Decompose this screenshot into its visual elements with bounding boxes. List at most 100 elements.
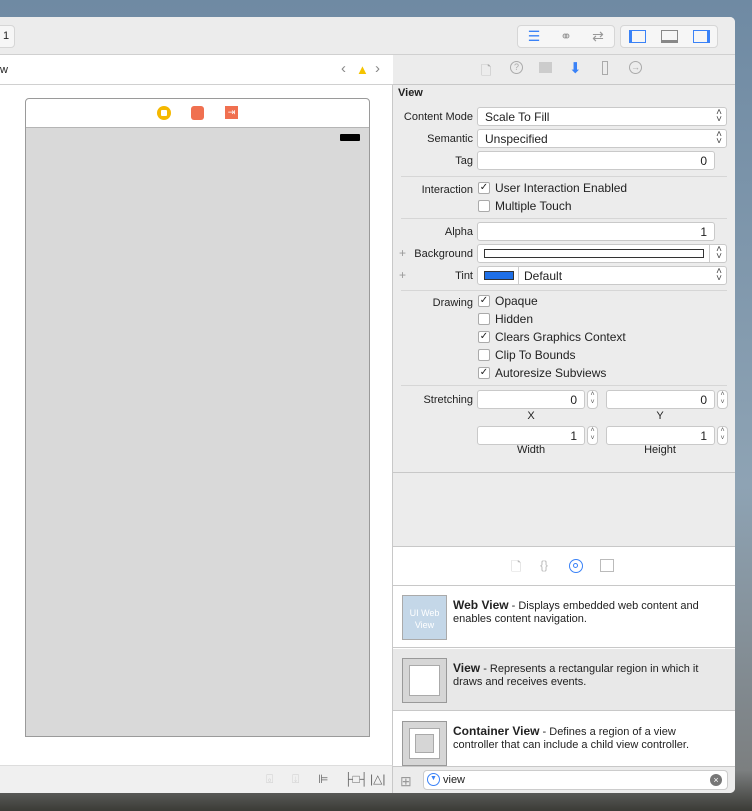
warning-icon[interactable]: ▲	[356, 62, 369, 77]
checkbox-label: Autoresize Subviews	[495, 366, 607, 380]
stretching-label: Stretching	[423, 394, 473, 406]
tint-swatch	[484, 271, 514, 280]
checkbox-label: Hidden	[495, 312, 534, 326]
assistant-editor-icon[interactable]: ⚭	[550, 26, 582, 47]
clear-icon[interactable]: ×	[710, 774, 722, 786]
filter-value: view	[443, 774, 466, 786]
chevron-right-icon[interactable]: ›	[375, 60, 380, 77]
clip-to-bounds-checkbox[interactable]: Clip To Bounds	[478, 347, 576, 363]
y-label: Y	[656, 410, 664, 422]
scheme-selector[interactable]: 1	[0, 25, 15, 48]
tag-field[interactable]: 0	[477, 151, 715, 170]
battery-icon	[340, 134, 360, 141]
checkbox-box	[478, 200, 490, 212]
checkbox-box	[478, 349, 490, 361]
object-library-icon[interactable]	[569, 559, 583, 573]
utilities-toggle-icon[interactable]	[685, 26, 717, 47]
checkmark-icon: ✓	[478, 331, 490, 343]
stretch-y-field[interactable]: 0	[606, 390, 715, 409]
identity-inspector-icon[interactable]	[539, 62, 552, 73]
filter-input[interactable]: ▼ view ×	[423, 770, 728, 790]
file-templates-icon[interactable]: 🗋	[511, 558, 521, 580]
view-controller-scene[interactable]: ⇥	[25, 98, 370, 737]
resolve-issues-icon[interactable]: |△|	[370, 772, 385, 786]
add-variation-icon[interactable]: +	[399, 268, 406, 282]
autoresize-checkbox[interactable]: ✓ Autoresize Subviews	[478, 365, 606, 381]
quick-help-icon[interactable]: ?	[510, 61, 523, 74]
stretch-height-stepper[interactable]: ˄ ˅	[717, 426, 728, 445]
stretch-width-stepper[interactable]: ˄ ˅	[587, 426, 598, 445]
canvas-bottom-bar: ⌻ ⍗ ⊫ ├□┤ |△|	[0, 765, 393, 793]
chevron-updown-icon: ˄ ˅	[716, 244, 722, 262]
stretch-width-field[interactable]: 1	[477, 426, 585, 445]
debug-area-toggle-icon[interactable]	[653, 26, 685, 47]
color-swatch	[484, 249, 704, 258]
drawing-label: Drawing	[432, 297, 473, 309]
attributes-inspector-icon[interactable]: ⬇	[569, 59, 582, 77]
filter-icon: ▼	[427, 773, 440, 786]
user-interaction-checkbox[interactable]: ✓ User Interaction Enabled	[478, 180, 627, 196]
opaque-checkbox[interactable]: ✓ Opaque	[478, 293, 538, 309]
storyboard-canvas[interactable]: ⇥	[0, 85, 393, 765]
tint-label: Tint	[455, 270, 473, 282]
height-label: Height	[644, 444, 676, 456]
view-toggle-group	[620, 25, 718, 48]
connections-inspector-icon[interactable]: →	[629, 61, 642, 74]
grid-view-icon[interactable]: ⊞	[400, 773, 412, 790]
background-color-select[interactable]: ˄ ˅	[477, 244, 727, 263]
root-view[interactable]	[26, 127, 369, 736]
library-filter-bar: ⊞ ▼ view ×	[393, 766, 735, 793]
exit-icon[interactable]: ⇥	[225, 106, 238, 119]
file-inspector-icon[interactable]: 🗋	[481, 62, 491, 84]
align-icon[interactable]: ⊫	[318, 772, 328, 786]
alpha-label: Alpha	[444, 226, 473, 238]
library-item-container-view[interactable]: Container View - Defines a region of a v…	[393, 712, 735, 774]
library-item-view[interactable]: View - Represents a rectangular region i…	[393, 649, 735, 711]
item-title: Web View	[453, 598, 509, 612]
size-inspector-icon[interactable]	[602, 61, 608, 75]
media-library-icon[interactable]	[600, 559, 614, 572]
view-controller-icon[interactable]	[157, 106, 171, 120]
embed-in-stack-icon[interactable]: ⌻	[266, 772, 273, 787]
stretch-x-stepper[interactable]: ˄ ˅	[587, 390, 598, 409]
editor-mode-group: ☰ ⚭ ⇄	[517, 25, 615, 48]
add-variation-icon[interactable]: +	[399, 246, 406, 260]
x-label: X	[527, 410, 535, 422]
stretch-x-field[interactable]: 0	[477, 390, 585, 409]
view-thumbnail	[402, 658, 447, 703]
pin-icon[interactable]: ├□┤	[344, 772, 368, 786]
stretch-y-stepper[interactable]: ˄ ˅	[717, 390, 728, 409]
version-editor-icon[interactable]: ⇄	[582, 26, 614, 47]
hidden-checkbox[interactable]: Hidden	[478, 311, 533, 327]
update-frames-icon[interactable]: ⍗	[292, 772, 299, 787]
library-item-web-view[interactable]: UI Web View Web View - Displays embedded…	[393, 586, 735, 648]
checkbox-label: User Interaction Enabled	[495, 181, 628, 195]
semantic-select[interactable]: Unspecified ˄ ˅	[477, 129, 727, 148]
checkbox-label: Clears Graphics Context	[495, 330, 626, 344]
semantic-label: Semantic	[427, 133, 473, 145]
interaction-label: Interaction	[421, 184, 473, 196]
checkmark-icon: ✓	[478, 182, 490, 194]
stretch-height-field[interactable]: 1	[606, 426, 715, 445]
chevron-updown-icon: ˄ ˅	[716, 129, 722, 147]
breadcrumb[interactable]: w	[0, 64, 8, 76]
checkbox-label: Multiple Touch	[495, 199, 572, 213]
first-responder-icon[interactable]	[191, 106, 204, 120]
content-mode-label: Content Mode	[403, 111, 473, 123]
library-tabs: 🗋 {}	[393, 546, 735, 586]
content-mode-select[interactable]: Scale To Fill ˄ ˅	[477, 107, 727, 126]
toolbar: 1 ☰ ⚭ ⇄	[0, 17, 735, 55]
clears-graphics-checkbox[interactable]: ✓ Clears Graphics Context	[478, 329, 626, 345]
checkbox-label: Clip To Bounds	[495, 348, 576, 362]
code-snippets-icon[interactable]: {}	[540, 558, 548, 572]
navigator-toggle-icon[interactable]	[621, 26, 653, 47]
multiple-touch-checkbox[interactable]: Multiple Touch	[478, 198, 572, 214]
checkmark-icon: ✓	[478, 367, 490, 379]
checkbox-label: Opaque	[495, 294, 538, 308]
alpha-field[interactable]: 1	[477, 222, 715, 241]
tint-color-select[interactable]: Default ˄ ˅	[477, 266, 727, 285]
xcode-window: 1 ☰ ⚭ ⇄ w ‹ ▲ › ⇥ ⌻ ⍗ ⊫ ├□┤ |△| 🗋 ? ⬇ → …	[0, 17, 735, 793]
standard-editor-icon[interactable]: ☰	[518, 26, 550, 47]
background-label: Background	[414, 248, 473, 260]
chevron-left-icon[interactable]: ‹	[341, 60, 346, 77]
